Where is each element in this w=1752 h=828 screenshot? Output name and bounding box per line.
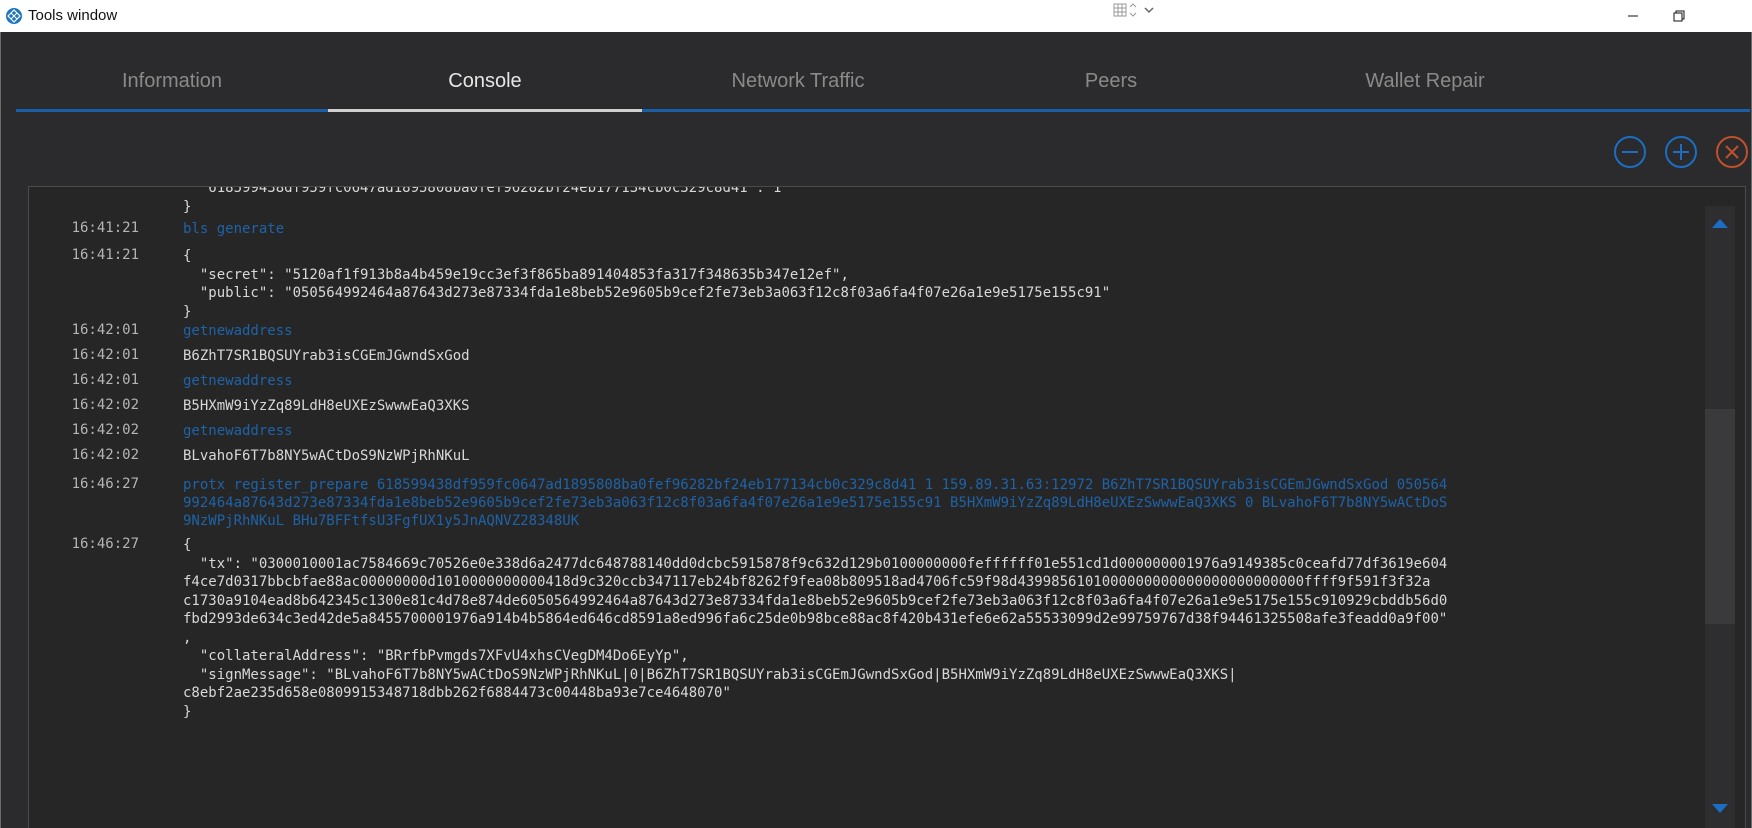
zoom-in-icon [1665,136,1697,168]
minimize-button[interactable] [1610,0,1656,32]
console-result-text: { "tx": "0300010001ac7584669c70526e0e338… [183,537,1448,720]
timestamp: 16:46:27 [71,476,139,492]
timestamp: 16:42:02 [71,422,139,438]
tab-underline [16,109,328,112]
tab-underline [328,109,642,112]
timestamp: 16:42:02 [71,397,139,413]
restore-button[interactable] [1656,0,1702,32]
window-title: Tools window [28,7,118,24]
console-command-text: getnewaddress [183,373,293,389]
minimize-icon [1628,15,1638,17]
console-command-text: protx register_prepare 618599438df959fc0… [183,477,1448,529]
zoom-in-button[interactable] [1664,135,1698,169]
tab-network-traffic[interactable]: Network Traffic [642,32,954,112]
tab-console[interactable]: Console [328,32,642,112]
console-output[interactable]: "618599438df959fc0647ad1895808ba0fef9628… [28,186,1746,828]
tab-label: Console [448,70,522,92]
tab-label: Information [121,70,223,92]
tab-underline [954,109,1268,112]
console-result-text: { "secret": "5120af1f913b8a4b459e19cc3ef… [183,248,1111,320]
timestamp: 16:42:01 [71,372,139,388]
tab-label: Peers [1084,70,1138,92]
console-command-text: getnewaddress [183,423,293,439]
console-result-text: B6ZhT7SR1BQSUYrab3isCGEmJGwndSxGod [183,348,470,364]
tab-bar: Information Console Network Traffic Peer… [16,32,1750,112]
app-logo-icon [6,8,22,24]
timestamp: 16:41:21 [71,220,139,236]
tab-label: Network Traffic [731,70,865,92]
console-result-text: B5HXmW9iYzZq89LdH8eUXEzSwwwEaQ3XKS [183,398,470,414]
timestamp: 16:46:27 [71,536,139,552]
zoom-out-button[interactable] [1613,135,1647,169]
clear-console-icon [1716,136,1748,168]
zoom-out-icon [1614,136,1646,168]
console-result-text: "618599438df959fc0647ad1895808ba0fef9628… [183,186,782,215]
tab-label: Wallet Repair [1365,70,1485,92]
scrollbar-thumb[interactable] [1705,409,1735,625]
timestamp: 16:42:02 [71,447,139,463]
timestamp: 16:42:01 [71,347,139,363]
title-bar: Tools window [0,0,1752,33]
layout-grid-icon[interactable] [1113,2,1165,18]
tab-underline [642,109,954,112]
tab-underline [1268,109,1750,112]
clear-console-button[interactable] [1715,135,1749,169]
timestamp: 16:42:01 [71,322,139,338]
restore-icon [1673,10,1685,22]
console-command-text: getnewaddress [183,323,293,339]
timestamp: 16:41:21 [71,247,139,263]
tab-information[interactable]: Information [16,32,328,112]
scroll-up-icon[interactable] [1711,216,1729,230]
tab-wallet-repair[interactable]: Wallet Repair [1268,32,1750,112]
scroll-down-icon[interactable] [1711,802,1729,816]
tab-peers[interactable]: Peers [954,32,1268,112]
console-scrollbar[interactable] [1705,206,1735,828]
console-command-text: bls generate [183,221,285,237]
console-result-text: BLvahoF6T7b8NY5wACtDoS9NzWPjRhNKuL [183,448,470,464]
